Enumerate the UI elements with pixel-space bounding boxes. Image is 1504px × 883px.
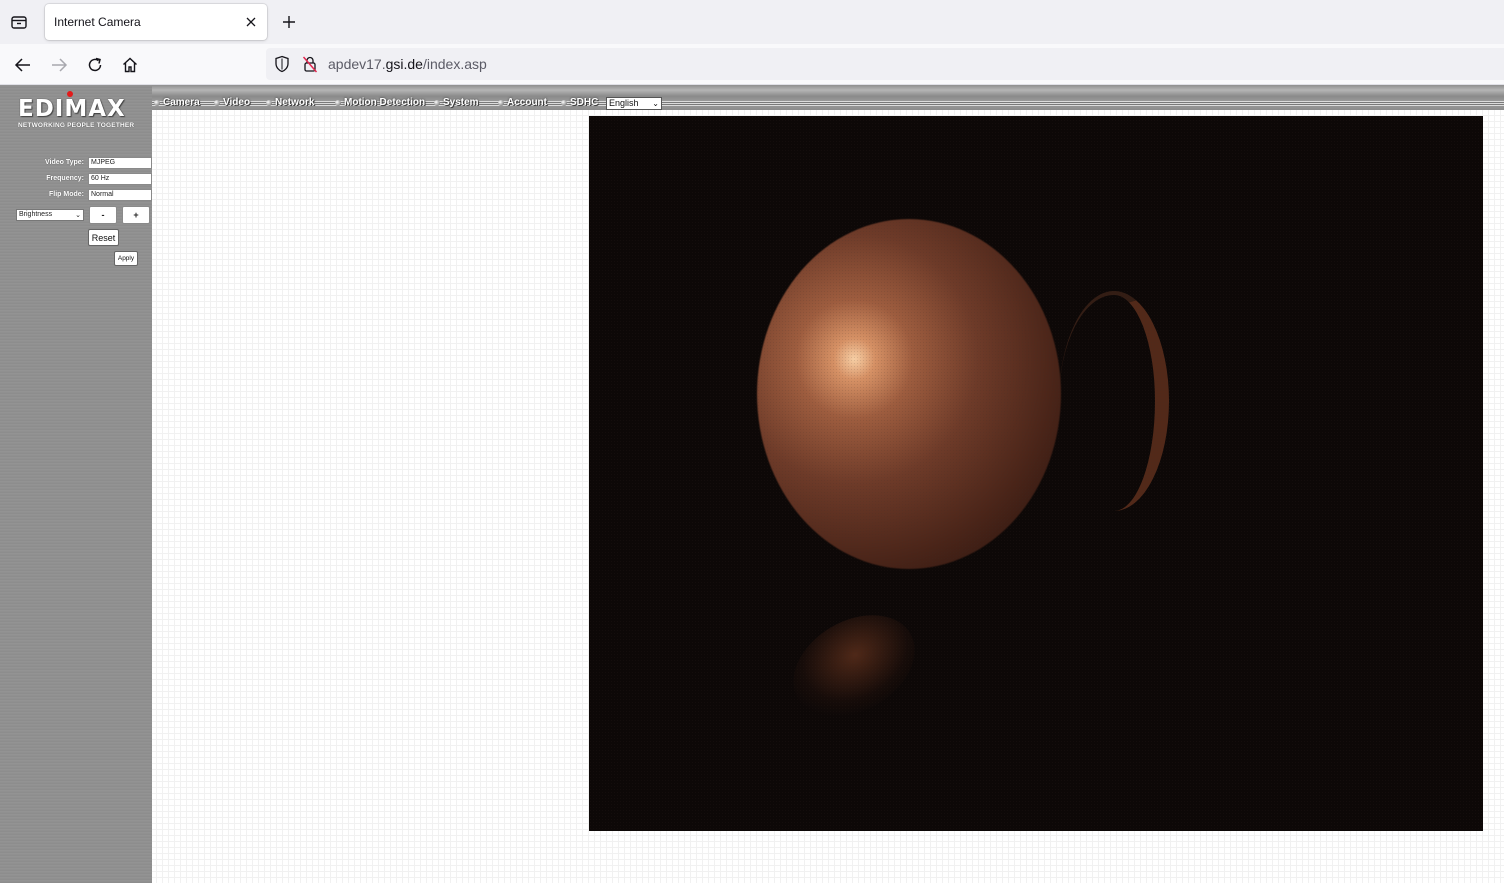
menu-network[interactable]: Network <box>266 97 314 108</box>
flip-mode-label: Flip Mode: <box>49 191 84 198</box>
menu-motion-detection[interactable]: Motion Detection <box>335 97 425 108</box>
menu-video[interactable]: Video <box>214 97 250 108</box>
menu-account-label: Account <box>507 97 547 108</box>
logo-tagline: NETWORKING PEOPLE TOGETHER <box>18 122 135 129</box>
insecure-lock-icon[interactable] <box>302 55 318 78</box>
menu-sdhc-label: SDHC <box>570 97 599 108</box>
bullet-icon <box>498 99 504 106</box>
chevron-down-icon: ⌄ <box>75 212 81 219</box>
shield-icon[interactable] <box>274 55 290 78</box>
edimax-logo: EDIMAX NETWORKING PEOPLE TOGETHER <box>18 91 144 129</box>
bullet-icon <box>561 99 567 106</box>
forward-icon[interactable] <box>47 53 71 77</box>
chevron-down-icon: ⌄ <box>652 99 659 108</box>
tab-list-icon[interactable] <box>8 12 30 32</box>
bullet-icon <box>266 99 272 106</box>
flip-mode-field: Normal <box>88 189 152 201</box>
logo-dot <box>67 91 73 97</box>
menu-account[interactable]: Account <box>498 97 547 108</box>
url-prefix: apdev17. <box>328 56 386 72</box>
menu-system-label: System <box>443 97 479 108</box>
address-bar[interactable]: apdev17.gsi.de/index.asp <box>266 48 1504 80</box>
reload-icon[interactable] <box>83 53 107 77</box>
navigation-bar: apdev17.gsi.de/index.asp <box>0 44 1504 85</box>
tab-strip: Internet Camera <box>0 0 1504 44</box>
bullet-icon <box>214 99 220 106</box>
browser-tab[interactable]: Internet Camera <box>45 4 267 40</box>
bullet-icon <box>154 99 160 106</box>
home-icon[interactable] <box>118 53 142 77</box>
logo-wordmark: EDIMAX <box>18 96 126 122</box>
frequency-field: 60 Hz <box>88 173 152 185</box>
sidebar: EDIMAX NETWORKING PEOPLE TOGETHER Video … <box>0 85 152 883</box>
url-path: /index.asp <box>422 56 487 72</box>
page-content: EDIMAX NETWORKING PEOPLE TOGETHER Video … <box>0 85 1504 883</box>
decrease-button[interactable]: - <box>89 206 117 224</box>
menu-motion-detection-label: Motion Detection <box>344 97 426 108</box>
bullet-icon <box>434 99 440 106</box>
back-icon[interactable] <box>11 53 35 77</box>
adjust-select-value: Brightness <box>19 211 53 218</box>
menu-camera-label: Camera <box>163 97 200 108</box>
video-type-field: MJPEG <box>88 157 152 169</box>
tab-title: Internet Camera <box>54 15 141 29</box>
increase-button[interactable]: + <box>122 206 150 224</box>
camera-live-view[interactable] <box>589 116 1483 831</box>
bullet-icon <box>335 99 341 106</box>
menu-video-label: Video <box>223 97 251 108</box>
reset-button[interactable]: Reset <box>88 229 119 246</box>
camera-image-noise <box>589 116 1483 831</box>
url-text: apdev17.gsi.de/index.asp <box>328 56 487 72</box>
language-select[interactable]: English ⌄ <box>606 97 662 110</box>
menu-camera[interactable]: Camera <box>154 97 200 108</box>
close-tab-icon[interactable] <box>241 12 261 32</box>
url-host: gsi.de <box>385 56 423 72</box>
top-menu-bar: Camera Video Network Motion Detection Sy… <box>152 85 1504 110</box>
language-value: English <box>609 98 639 108</box>
adjust-select[interactable]: Brightness ⌄ <box>16 209 84 221</box>
frequency-label: Frequency: <box>46 175 84 182</box>
menu-sdhc[interactable]: SDHC <box>561 97 598 108</box>
menu-system[interactable]: System <box>434 97 479 108</box>
new-tab-icon[interactable] <box>278 12 300 32</box>
apply-button[interactable]: Apply <box>114 251 138 266</box>
video-type-label: Video Type: <box>44 159 84 166</box>
menu-network-label: Network <box>275 97 315 108</box>
